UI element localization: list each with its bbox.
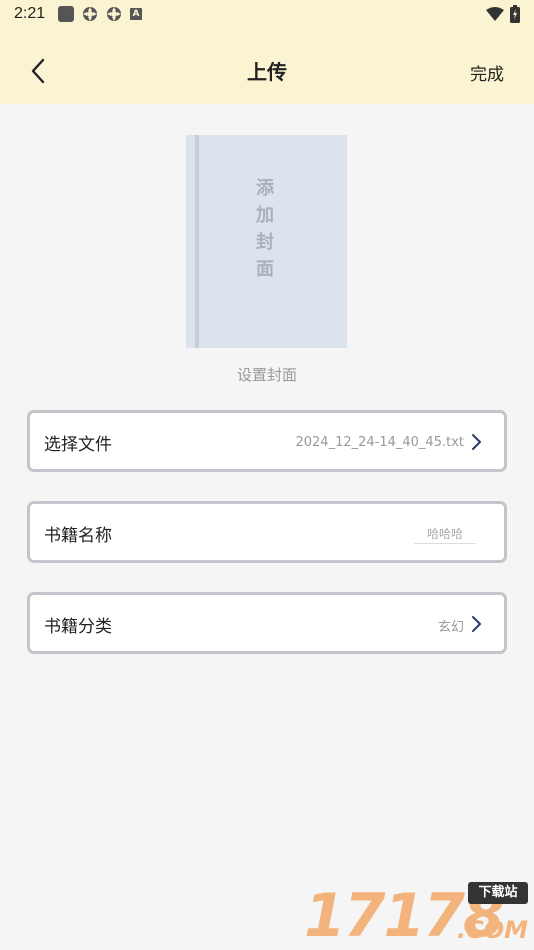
book-name-label: 书籍名称 xyxy=(44,526,112,546)
gear-icon xyxy=(82,6,98,22)
select-file-row[interactable]: 选择文件 2024_12_24-14_40_45.txt xyxy=(27,410,507,472)
header-area: 2:21 A 上传 完成 xyxy=(0,0,534,104)
cover-picker[interactable]: 添加封面 xyxy=(186,135,347,348)
book-name-row: 书籍名称 xyxy=(27,501,507,563)
set-cover-label[interactable]: 设置封面 xyxy=(0,364,534,385)
gear-icon xyxy=(106,6,122,22)
status-system-icons xyxy=(486,5,520,27)
page-title: 上传 xyxy=(247,60,287,84)
chevron-right-icon xyxy=(472,434,481,450)
book-name-input[interactable] xyxy=(414,524,476,544)
status-time: 2:21 xyxy=(14,5,46,22)
selected-file-value: 2024_12_24-14_40_45.txt xyxy=(295,435,464,450)
a-icon: A xyxy=(130,8,142,20)
done-button[interactable]: 完成 xyxy=(470,60,504,85)
watermark-logo: 17178 下载站 .COM xyxy=(304,880,530,950)
book-category-label: 书籍分类 xyxy=(44,617,112,637)
square-icon xyxy=(58,6,74,22)
book-category-value: 玄幻 xyxy=(437,620,464,635)
cover-placeholder-text: 添加封面 xyxy=(256,178,274,280)
watermark-domain: .COM xyxy=(456,916,528,944)
wifi-icon xyxy=(486,7,504,25)
book-category-row[interactable]: 书籍分类 玄幻 xyxy=(27,592,507,654)
status-bar: 2:21 A xyxy=(0,0,534,28)
cover-spine xyxy=(195,135,199,348)
chevron-left-icon xyxy=(31,58,45,84)
watermark-badge: 下载站 xyxy=(468,882,528,904)
battery-icon xyxy=(510,5,520,27)
back-button[interactable] xyxy=(24,56,52,86)
select-file-label: 选择文件 xyxy=(44,435,112,455)
status-notification-icons: A xyxy=(58,6,142,22)
chevron-right-icon xyxy=(472,616,481,632)
